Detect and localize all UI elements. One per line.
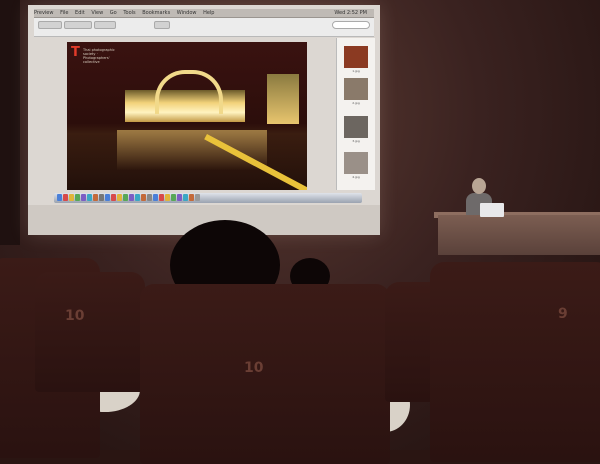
menu-window[interactable]: Window: [177, 10, 197, 16]
thumbnail-caption-4: 4.jpg: [352, 175, 360, 179]
thumbnail-2[interactable]: [344, 78, 368, 100]
station-tower: [267, 74, 299, 124]
dock-app-icon[interactable]: [75, 194, 80, 201]
thumbnail-4[interactable]: [344, 152, 368, 174]
dock-app-icon[interactable]: [195, 194, 200, 201]
move-button[interactable]: [94, 21, 116, 29]
dock-app-icon[interactable]: [165, 194, 170, 201]
menu-bookmarks[interactable]: Bookmarks: [142, 10, 170, 16]
thumbnail-3[interactable]: [344, 116, 368, 138]
dock-app-icon[interactable]: [135, 194, 140, 201]
menu-go[interactable]: Go: [110, 10, 117, 16]
preview-toolbar: [34, 18, 374, 37]
thumbnail-sidebar: 1.jpg 2.jpg 3.jpg 4.jpg: [336, 38, 375, 190]
seat-number: 9: [558, 306, 568, 322]
displayed-photo: T Thai photographic society · Photograph…: [67, 42, 307, 190]
dock-app-icon[interactable]: [153, 194, 158, 201]
wall-panel: [0, 0, 20, 245]
mac-dock: [54, 193, 362, 203]
dock-app-icon[interactable]: [147, 194, 152, 201]
dock-app-icon[interactable]: [183, 194, 188, 201]
dock-app-icon[interactable]: [63, 194, 68, 201]
theater-seat: 10: [140, 284, 390, 464]
menu-app[interactable]: Preview: [34, 10, 53, 16]
presenter-head: [472, 178, 486, 194]
thumbnail-1[interactable]: [344, 46, 368, 68]
laptop: [480, 203, 504, 217]
presenter-desk: [438, 215, 600, 255]
dock-app-icon[interactable]: [189, 194, 194, 201]
thumbnail-caption-1: 1.jpg: [352, 69, 360, 73]
menu-help[interactable]: Help: [203, 10, 214, 16]
sidebar-toggle-button[interactable]: [38, 21, 62, 29]
theater-seat: 10: [35, 272, 145, 392]
search-input[interactable]: [332, 21, 370, 29]
menu-tools[interactable]: Tools: [123, 10, 135, 16]
dock-app-icon[interactable]: [87, 194, 92, 201]
dock-app-icon[interactable]: [129, 194, 134, 201]
menubar-clock: Wed 2:52 PM: [334, 10, 367, 16]
dock-app-icon[interactable]: [171, 194, 176, 201]
menu-file[interactable]: File: [60, 10, 68, 16]
dock-app-icon[interactable]: [57, 194, 62, 201]
dock-app-icon[interactable]: [123, 194, 128, 201]
logo-caption: Thai photographic society · Photographer…: [83, 48, 115, 64]
zoom-button[interactable]: [64, 21, 92, 29]
station-arch: [155, 70, 223, 114]
mac-menubar: Preview File Edit View Go Tools Bookmark…: [34, 9, 374, 18]
seat-number: 10: [65, 308, 85, 324]
rotate-button[interactable]: [154, 21, 170, 29]
thumbnail-caption-3: 3.jpg: [352, 139, 360, 143]
seat-number: 10: [244, 360, 264, 376]
dock-app-icon[interactable]: [105, 194, 110, 201]
logo-letter: T: [71, 45, 80, 60]
dock-app-icon[interactable]: [177, 194, 182, 201]
dock-app-icon[interactable]: [99, 194, 104, 201]
dock-app-icon[interactable]: [159, 194, 164, 201]
thumbnail-caption-2: 2.jpg: [352, 101, 360, 105]
dock-app-icon[interactable]: [141, 194, 146, 201]
menu-view[interactable]: View: [91, 10, 103, 16]
dock-app-icon[interactable]: [117, 194, 122, 201]
dock-app-icon[interactable]: [93, 194, 98, 201]
dock-app-icon[interactable]: [81, 194, 86, 201]
dock-app-icon[interactable]: [111, 194, 116, 201]
wet-street-reflection: [117, 130, 267, 170]
theater-seat: 9: [430, 262, 600, 462]
menu-edit[interactable]: Edit: [75, 10, 85, 16]
dock-app-icon[interactable]: [69, 194, 74, 201]
